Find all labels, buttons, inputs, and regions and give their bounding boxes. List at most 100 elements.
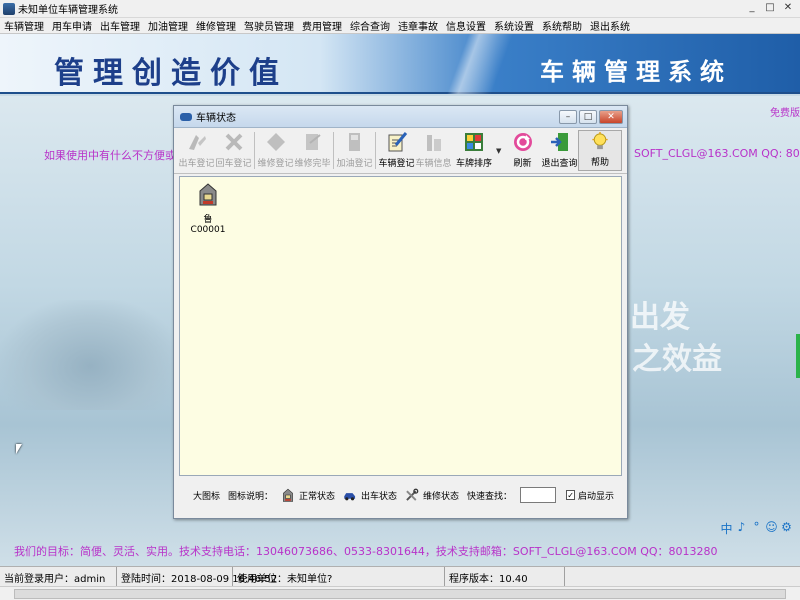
banner-system-name: 车辆管理系统 — [540, 57, 732, 86]
app-icon — [3, 2, 15, 15]
vehicle-info-icon — [426, 135, 441, 151]
minimize-button[interactable]: _ — [744, 1, 760, 15]
background-notice-right: SOFT_CLGL@163.COM QQ: 8013280 — [634, 147, 800, 160]
plate-sort-label: 车牌排序 — [455, 159, 492, 169]
vehicle-register-button[interactable]: 车辆登记 — [378, 130, 415, 171]
vehicle-list-area[interactable]: 鲁C00001 — [179, 176, 622, 476]
ime-chinese-icon[interactable]: 中 — [720, 520, 733, 537]
vehicle-normal-status-icon — [199, 183, 217, 206]
background-slogan-1: 出发 — [630, 300, 690, 335]
background-slogan-2: 之效益 — [632, 342, 722, 377]
close-button[interactable]: ✕ — [780, 1, 796, 15]
return-icon — [225, 133, 242, 151]
vehicle-item[interactable]: 鲁C00001 — [188, 181, 228, 235]
menu-item-repair[interactable]: 维修管理 — [192, 18, 240, 33]
out-status-label: 出车状态 — [360, 491, 397, 502]
refresh-label: 刷新 — [513, 159, 532, 169]
menubar: 车辆管理 用车申请 出车管理 加油管理 维修管理 驾驶员管理 费用管理 综合查询… — [0, 18, 800, 34]
vehicle-info-button[interactable]: 车辆信息 — [415, 130, 452, 171]
mouse-cursor-icon — [16, 444, 22, 454]
menu-item-info-settings[interactable]: 信息设置 — [442, 18, 490, 33]
vehicle-info-label: 车辆信息 — [415, 159, 452, 169]
toolbar-separator — [333, 132, 334, 169]
toolbar-separator — [254, 132, 255, 169]
support-info-text: 我们的目标：简便、灵活、实用。技术支持电话：13046073686、0533-8… — [14, 545, 718, 558]
help-button[interactable]: 帮助 — [578, 130, 622, 171]
dialog-maximize-button[interactable]: □ — [579, 110, 597, 124]
dispatch-icon — [188, 135, 206, 150]
repair-done-button[interactable]: 维修完毕 — [294, 130, 331, 171]
dialog-minimize-button[interactable]: – — [559, 110, 577, 124]
menu-item-dispatch[interactable]: 出车管理 — [96, 18, 144, 33]
sort-dropdown-arrow-icon[interactable]: ▼ — [496, 130, 504, 171]
dispatch-register-label: 出车登记 — [178, 159, 215, 169]
menu-item-fuel[interactable]: 加油管理 — [144, 18, 192, 33]
dispatch-register-button[interactable]: 出车登记 — [178, 130, 215, 171]
background-corner-text: 免费版 — [770, 108, 800, 119]
repair-register-button[interactable]: 维修登记 — [257, 130, 294, 171]
dialog-title: 车辆状态 — [196, 113, 236, 124]
auto-show-label: 启动显示 — [577, 491, 614, 502]
sort-icon — [465, 133, 483, 151]
menu-item-request[interactable]: 用车申请 — [48, 18, 96, 33]
repair-status-label: 维修状态 — [422, 491, 459, 502]
maximize-button[interactable]: □ — [762, 1, 778, 15]
repair-done-icon — [305, 134, 321, 150]
refresh-icon — [513, 133, 532, 151]
vehicle-register-icon — [388, 132, 407, 152]
ime-skin-icon[interactable]: ☺ — [765, 520, 778, 537]
status-bar: 当前登录用户：admin 登陆时间：2018-08-09 16:46:52 使用… — [0, 566, 800, 586]
repair-register-label: 维修登记 — [257, 159, 294, 169]
menu-item-vehicle[interactable]: 车辆管理 — [0, 18, 48, 33]
banner: 管理创造价值 车辆管理系统 — [0, 34, 800, 94]
status-unit: 使用单位：未知单位? — [233, 567, 445, 586]
large-icon-toggle[interactable]: 大图标 — [193, 489, 220, 502]
menu-item-violation[interactable]: 违章事故 — [394, 18, 442, 33]
out-status-car-icon — [344, 493, 356, 501]
background-car-image — [0, 300, 180, 410]
dialog-close-button[interactable]: ✕ — [599, 110, 623, 124]
ime-tray: 中 ♪ ° ☺ ⚙ — [720, 520, 793, 537]
ime-settings-icon[interactable]: ⚙ — [780, 520, 793, 537]
help-label: 帮助 — [590, 158, 609, 168]
fuel-register-button[interactable]: 加油登记 — [336, 130, 373, 171]
refresh-button[interactable]: 刷新 — [504, 130, 541, 171]
ime-punct-icon[interactable]: ° — [750, 520, 763, 537]
quick-search-label: 快速查找： — [466, 491, 512, 502]
vehicle-plate: 鲁C00001 — [190, 215, 226, 235]
vehicle-register-label: 车辆登记 — [378, 159, 415, 169]
menu-item-exit[interactable]: 退出系统 — [586, 18, 634, 33]
scrollbar-thumb[interactable] — [14, 589, 786, 599]
fuel-icon — [348, 133, 360, 151]
return-register-button[interactable]: 回车登记 — [215, 130, 252, 171]
normal-status-icon — [283, 488, 293, 502]
menu-item-driver[interactable]: 驾驶员管理 — [240, 18, 298, 33]
dialog-window-controls: – □ ✕ — [559, 110, 623, 124]
normal-status-label: 正常状态 — [299, 491, 336, 502]
side-accent-bar — [796, 334, 800, 378]
status-version: 程序版本：10.40 — [445, 567, 565, 586]
exit-query-button[interactable]: 退出查询 — [541, 130, 578, 171]
exit-query-label: 退出查询 — [541, 159, 578, 169]
dialog-car-icon — [180, 112, 192, 121]
app-titlebar: 未知单位车辆管理系统 _ □ ✕ — [0, 0, 800, 18]
auto-show-checkbox[interactable]: ✓ — [566, 490, 575, 500]
dialog-footer: 大图标 图标说明： 正常状态 出车状态 维修状态 快速查找： ✓ 启动显示 — [179, 480, 622, 510]
toolbar-separator — [375, 132, 376, 169]
menu-item-system-settings[interactable]: 系统设置 — [490, 18, 538, 33]
dialog-titlebar[interactable]: 车辆状态 – □ ✕ — [174, 106, 627, 128]
fuel-register-label: 加油登记 — [336, 159, 373, 169]
plate-sort-button[interactable]: 车牌排序 — [452, 130, 496, 171]
menu-item-query[interactable]: 综合查询 — [346, 18, 394, 33]
menu-item-cost[interactable]: 费用管理 — [298, 18, 346, 33]
repair-status-tools-icon — [406, 488, 419, 501]
status-login-time: 登陆时间：2018-08-09 16:46:52 — [117, 567, 277, 586]
menu-item-help[interactable]: 系统帮助 — [538, 18, 586, 33]
quick-search-input[interactable] — [520, 487, 557, 503]
repair-icon — [266, 133, 285, 151]
horizontal-scrollbar[interactable] — [0, 586, 800, 600]
exit-icon — [550, 133, 568, 151]
legend-label: 图标说明： — [228, 491, 274, 502]
dialog-toolbar: 出车登记 回车登记 维修登记 维修完毕 加油登记 车辆登记 车辆信息 车牌排序 … — [174, 128, 627, 174]
ime-moon-icon[interactable]: ♪ — [735, 520, 748, 537]
